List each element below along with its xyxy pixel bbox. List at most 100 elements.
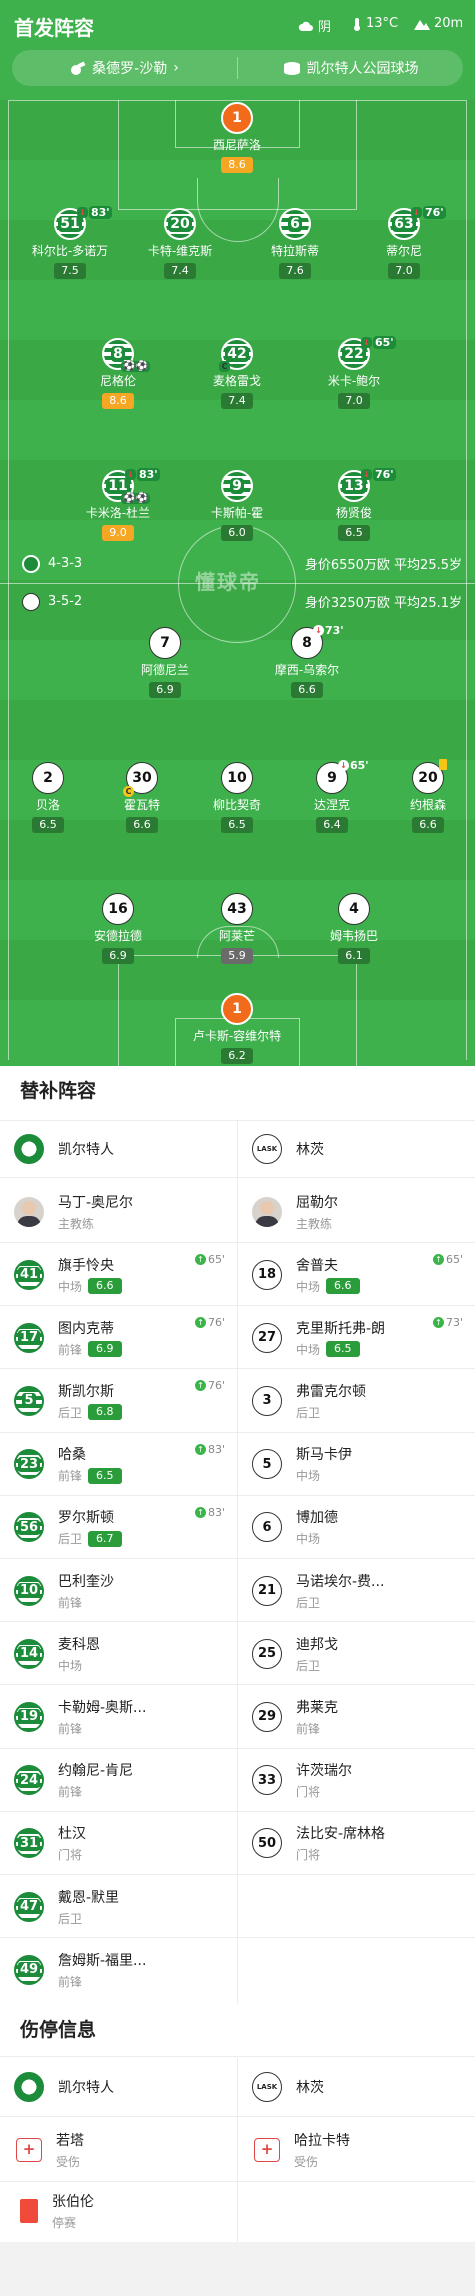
yellow-card-icon — [439, 759, 447, 770]
sub-player-rating: 6.6 — [88, 1278, 122, 1294]
sub-in-minute: 76' — [207, 1316, 225, 1330]
injury-item[interactable]: 哈拉卡特 受伤 — [238, 2118, 475, 2181]
shirt-number-badge: 21 — [252, 1575, 282, 1606]
away-player[interactable]: 16 安德拉德 6.9 — [63, 893, 173, 964]
sub-player-home[interactable]: 56 罗尔斯顿 后卫 6.7 ↑ 83' — [0, 1496, 237, 1559]
sub-player-name: 詹姆斯-福里... — [58, 1952, 147, 1969]
away-player[interactable]: 8 ↓ 73' 摩西-乌索尔 6.6 — [252, 624, 362, 698]
away-player[interactable]: 1 卢卡斯-容维尔特 6.2 — [182, 993, 292, 1064]
home-player[interactable]: 22 ↓ 65' 米卡-鲍尔 7.0 — [299, 336, 409, 409]
injuries-home-team[interactable]: 凯尔特人 — [0, 2058, 237, 2116]
home-player[interactable]: 1 西尼萨洛 8.6 — [182, 102, 292, 173]
sub-player-away[interactable]: 25 迪邦戈 后卫 — [238, 1622, 475, 1685]
temperature: 13°C — [352, 16, 398, 31]
sub-in-icon: ↑ — [194, 1254, 206, 1265]
goal-icon: ⚽⚽ — [121, 493, 150, 504]
sub-player-home[interactable]: 41 旗手怜央 中场 6.6 ↑ 65' — [0, 1243, 237, 1306]
sub-player-home[interactable]: 24 约翰尼-肯尼 前锋 — [0, 1749, 237, 1812]
sub-in-minute: 65' — [207, 1253, 225, 1266]
away-player[interactable]: 10 柳比契奇 6.5 — [182, 762, 292, 833]
sub-player-home[interactable]: 10 巴利奎沙 前锋 — [0, 1559, 237, 1622]
sub-player-home[interactable]: 49 詹姆斯-福里... 前锋 — [0, 1938, 237, 2001]
sub-player-away[interactable]: 33 许茨瑞尔 门将 — [238, 1749, 475, 1812]
sub-out-marker: ↓ 73' — [313, 624, 344, 637]
away-coach[interactable]: 屈勒尔 主教练 — [238, 1180, 475, 1243]
sub-in-minute: 83' — [207, 1442, 225, 1456]
away-player[interactable]: 4 姆韦扬巴 6.1 — [299, 893, 409, 964]
sub-player-away[interactable]: 18 舍普夫 中场 6.6 ↑ 65' — [238, 1243, 475, 1306]
captain-icon: C — [123, 786, 134, 797]
sub-player-name: 图内克蒂 — [58, 1320, 114, 1337]
subs-away-team[interactable]: LASK 林茨 — [238, 1121, 475, 1177]
sub-player-away[interactable]: 3 弗雷克尔顿 后卫 — [238, 1369, 475, 1432]
home-coach[interactable]: 马丁-奥尼尔 主教练 — [0, 1180, 237, 1243]
injury-item[interactable]: 张伯伦 停赛 — [0, 2182, 237, 2240]
shirt-number: 8 — [302, 635, 312, 651]
shirt-number: 47 — [17, 1899, 41, 1914]
sub-minute: 83' — [137, 468, 160, 481]
sub-player-home[interactable]: 47 戴恩-默里 后卫 — [0, 1875, 237, 1938]
sub-player-away[interactable]: 50 法比安-席林格 门将 — [238, 1812, 475, 1875]
sub-out-marker: ↓ 76' — [361, 468, 396, 481]
subs-home-team[interactable]: 凯尔特人 — [0, 1121, 237, 1177]
home-player[interactable]: 42 C 麦格雷戈 7.4 — [182, 338, 292, 409]
away-player[interactable]: 43 阿莱芒 5.9 — [182, 893, 292, 964]
whistle-icon — [71, 61, 86, 75]
sub-player-position: 前锋 — [58, 1342, 83, 1357]
sub-player-away[interactable]: 6 博加德 中场 — [238, 1496, 475, 1559]
sub-player-home[interactable]: 14 麦科恩 中场 — [0, 1622, 237, 1685]
sub-player-away[interactable]: 27 克里斯托弗-朗 中场 6.5 ↑ 73' — [238, 1306, 475, 1369]
home-player[interactable]: 11 ↓ 83' ⚽⚽ 卡米洛-杜兰 9.0 — [63, 468, 173, 541]
player-rating: 6.4 — [316, 817, 348, 833]
player-rating: 7.0 — [338, 393, 370, 409]
sub-out-marker: ↓ 76' — [411, 206, 446, 219]
home-player[interactable]: 9 卡斯帕-霍 6.0 — [182, 470, 292, 541]
shirt-number: 17 — [17, 1330, 41, 1346]
home-player[interactable]: 8 ⚽⚽ 尼格伦 8.6 — [63, 338, 173, 409]
home-player[interactable]: 63 ↓ 76' 蒂尔尼 7.0 — [349, 206, 459, 279]
home-player[interactable]: 13 ↓ 76' 杨贤俊 6.5 — [299, 468, 409, 541]
player-shirt: 16 — [102, 893, 134, 925]
sub-out-icon: ↓ — [338, 760, 349, 771]
player-shirt: 8 ↓ 73' — [291, 624, 344, 659]
sub-out-marker: ↓ 65' — [361, 336, 396, 349]
home-player[interactable]: 6 特拉斯蒂 7.6 — [240, 208, 350, 279]
sub-in-icon: ↑ — [194, 1443, 206, 1455]
sub-player-name: 罗尔斯顿 — [58, 1510, 114, 1527]
sub-player-rating: 6.6 — [326, 1278, 360, 1294]
injuries-home-team-name: 凯尔特人 — [58, 2080, 114, 2096]
player-rating: 6.1 — [338, 948, 370, 964]
sub-player-home[interactable]: 5 斯凯尔斯 后卫 6.8 ↑ 76' — [0, 1369, 237, 1432]
injury-item[interactable]: 若塔 受伤 — [0, 2118, 237, 2181]
player-name: 米卡-鲍尔 — [327, 374, 381, 388]
shirt-number: 5 — [22, 1393, 36, 1409]
player-rating: 6.6 — [412, 817, 444, 833]
sub-player-away[interactable]: 29 弗莱克 前锋 — [238, 1685, 475, 1748]
home-player[interactable]: 20 卡特-维克斯 7.4 — [125, 208, 235, 279]
sub-player-away[interactable]: 21 马诺埃尔-费... 后卫 — [238, 1559, 475, 1622]
sub-in-marker: ↑ 65' — [432, 1253, 463, 1266]
pitch: 懂球帝 首发阵容 阴 13°C 20m 桑德罗-沙勒 › 凯尔特人公园球场 4-… — [0, 0, 475, 1066]
subs-home-team-name: 凯尔特人 — [58, 1142, 114, 1158]
goal-icon: ⚽⚽ — [121, 361, 150, 372]
sub-in-marker: ↑ 73' — [432, 1316, 463, 1329]
player-shirt: 20 — [164, 208, 196, 240]
sub-player-name: 杜汉 — [58, 1826, 86, 1843]
sub-player-position: 门将 — [296, 1785, 321, 1800]
home-player[interactable]: 51 ↓ 83' 科尔比-多诺万 7.5 — [15, 206, 125, 279]
shirt-number-badge: 25 — [252, 1638, 282, 1669]
sub-player-home[interactable]: 19 卡勒姆-奥斯... 前锋 — [0, 1685, 237, 1748]
sub-player-home[interactable]: 17 图内克蒂 前锋 6.9 ↑ 76' — [0, 1306, 237, 1369]
sub-player-away[interactable]: 5 斯马卡伊 中场 — [238, 1433, 475, 1496]
away-player[interactable]: 9 ↓ 65' 达涅克 6.4 — [277, 759, 387, 833]
sub-player-home[interactable]: 31 杜汉 门将 — [0, 1812, 237, 1875]
sub-minute: 76' — [423, 206, 446, 219]
referee-link[interactable]: 桑德罗-沙勒 › — [12, 50, 237, 86]
injured-player-name: 若塔 — [56, 2132, 84, 2149]
sub-player-home[interactable]: 23 哈桑 前锋 6.5 ↑ 83' — [0, 1433, 237, 1496]
injuries-away-team[interactable]: LASK 林茨 — [238, 2058, 475, 2116]
away-player[interactable]: 7 阿德尼兰 6.9 — [110, 627, 220, 698]
away-player[interactable]: 30 C 霍瓦特 6.6 — [87, 762, 197, 833]
sub-player-position: 前锋 — [58, 1974, 83, 1989]
away-player[interactable]: 20 约根森 6.6 — [373, 759, 475, 833]
